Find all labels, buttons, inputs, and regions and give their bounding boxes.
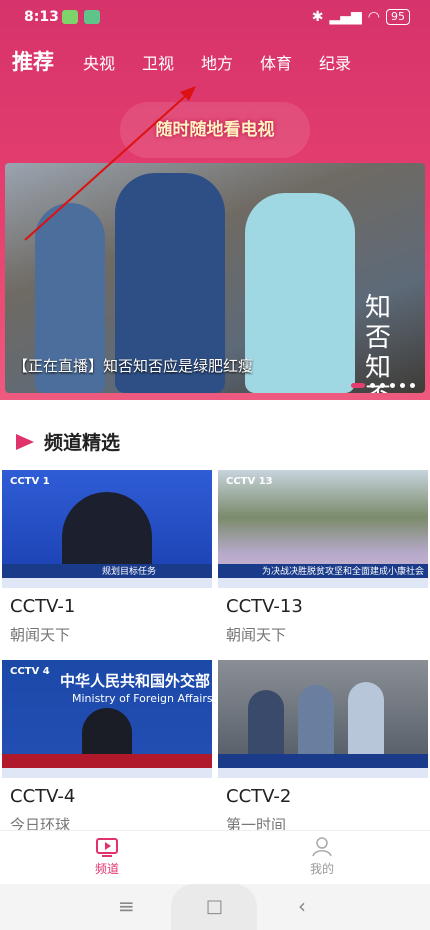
channel-name: CCTV-4 xyxy=(10,786,76,807)
tab-channels[interactable]: 频道 xyxy=(77,837,137,877)
live-hero-card[interactable]: 知否知否 【正在直播】知否知否应是绿肥红瘦 xyxy=(5,163,425,393)
hero-figure xyxy=(245,193,355,393)
channel-name: CCTV-2 xyxy=(226,786,292,807)
section-title: 频道精选 xyxy=(44,432,121,454)
bluetooth-icon: ✱ xyxy=(311,9,324,25)
home-icon[interactable]: □ xyxy=(206,896,223,917)
carousel-dot xyxy=(400,383,405,388)
channel-name: CCTV-13 xyxy=(226,596,303,617)
backdrop-subtitle: Ministry of Foreign Affairs xyxy=(72,692,212,705)
channel-card-cctv2[interactable]: CCTV-2 第一时间 xyxy=(218,660,428,840)
channel-thumbnail: 中华人民共和国外交部 Ministry of Foreign Affairs C… xyxy=(2,660,212,778)
section-header: 频道精选 xyxy=(16,428,120,455)
news-ticker xyxy=(2,754,212,768)
tab-label: 频道 xyxy=(94,862,119,876)
program-name: 朝闻天下 xyxy=(10,626,71,644)
anchor-figure xyxy=(62,492,152,572)
tab-local[interactable]: 地方 xyxy=(201,50,233,74)
backdrop-title: 中华人民共和国外交部 xyxy=(60,672,211,690)
tv-play-icon xyxy=(96,838,118,857)
poster-calligraphy: 知否知否 xyxy=(365,293,392,393)
channel-thumbnail: CCTV 13 为决战决胜脱贫攻坚和全面建成小康社会 xyxy=(218,470,428,588)
carousel-dot-active xyxy=(351,383,365,388)
banner-slogan: 随时随地看电视 xyxy=(155,120,275,140)
channel-card-cctv13[interactable]: CCTV 13 为决战决胜脱贫攻坚和全面建成小康社会 CCTV-13 朝闻天下 xyxy=(218,470,428,650)
system-nav-bar: ≡ □ ‹ xyxy=(0,884,430,930)
carousel-dot xyxy=(380,383,385,388)
tab-sports[interactable]: 体育 xyxy=(260,50,292,74)
tab-satellite[interactable]: 卫视 xyxy=(142,50,174,74)
ticker-strip xyxy=(218,578,428,588)
person-icon xyxy=(312,837,332,857)
carousel-dot xyxy=(390,383,395,388)
menu-icon[interactable]: ≡ xyxy=(118,894,135,918)
tab-documentary[interactable]: 纪录 xyxy=(319,50,351,74)
channel-card-cctv1[interactable]: CCTV 1 规划目标任务 CCTV-1 朝闻天下 xyxy=(2,470,212,650)
wechat-icon xyxy=(62,10,78,24)
battery-icon: 95 xyxy=(386,9,410,25)
back-icon[interactable]: ‹ xyxy=(298,894,306,918)
bottom-tab-bar: 频道 我的 xyxy=(0,830,430,885)
program-name: 朝闻天下 xyxy=(226,626,287,644)
news-ticker xyxy=(218,754,428,768)
ticker-text: 为决战决胜脱贫攻坚和全面建成小康社会 xyxy=(262,567,425,577)
ticker-strip xyxy=(2,768,212,778)
tab-cctv[interactable]: 央视 xyxy=(83,50,115,74)
status-time: 8:13 xyxy=(24,9,59,25)
ticker-strip xyxy=(218,768,428,778)
channel-logo: CCTV 13 xyxy=(226,476,273,487)
channel-thumbnail xyxy=(218,660,428,778)
channel-card-cctv4[interactable]: 中华人民共和国外交部 Ministry of Foreign Affairs C… xyxy=(2,660,212,840)
wifi-icon: ◠ xyxy=(367,9,380,25)
signal-icon: ▂▄▆ xyxy=(329,9,362,25)
carousel-indicator xyxy=(351,383,415,388)
category-tabs: 推荐 央视 卫视 地方 体育 纪录 xyxy=(0,44,430,84)
ticker-text: 规划目标任务 xyxy=(102,567,157,577)
hero-caption: 【正在直播】知否知否应是绿肥红瘦 xyxy=(13,357,254,375)
status-indicators: ✱ ▂▄▆ ◠ 95 xyxy=(312,9,410,25)
carousel-dot xyxy=(370,383,375,388)
status-bar: 8:13 ✱ ▂▄▆ ◠ 95 xyxy=(0,0,430,36)
carousel-dot xyxy=(410,383,415,388)
channel-name: CCTV-1 xyxy=(10,596,76,617)
app-notification-icon xyxy=(84,10,100,24)
tab-label: 我的 xyxy=(309,862,334,876)
channel-logo: CCTV 4 xyxy=(10,666,50,677)
tab-recommend[interactable]: 推荐 xyxy=(12,46,54,76)
channel-thumbnail: CCTV 1 规划目标任务 xyxy=(2,470,212,588)
ticker-strip xyxy=(2,578,212,588)
tab-profile[interactable]: 我的 xyxy=(292,837,352,877)
play-arrow-icon xyxy=(16,433,34,450)
channel-logo: CCTV 1 xyxy=(10,476,50,487)
